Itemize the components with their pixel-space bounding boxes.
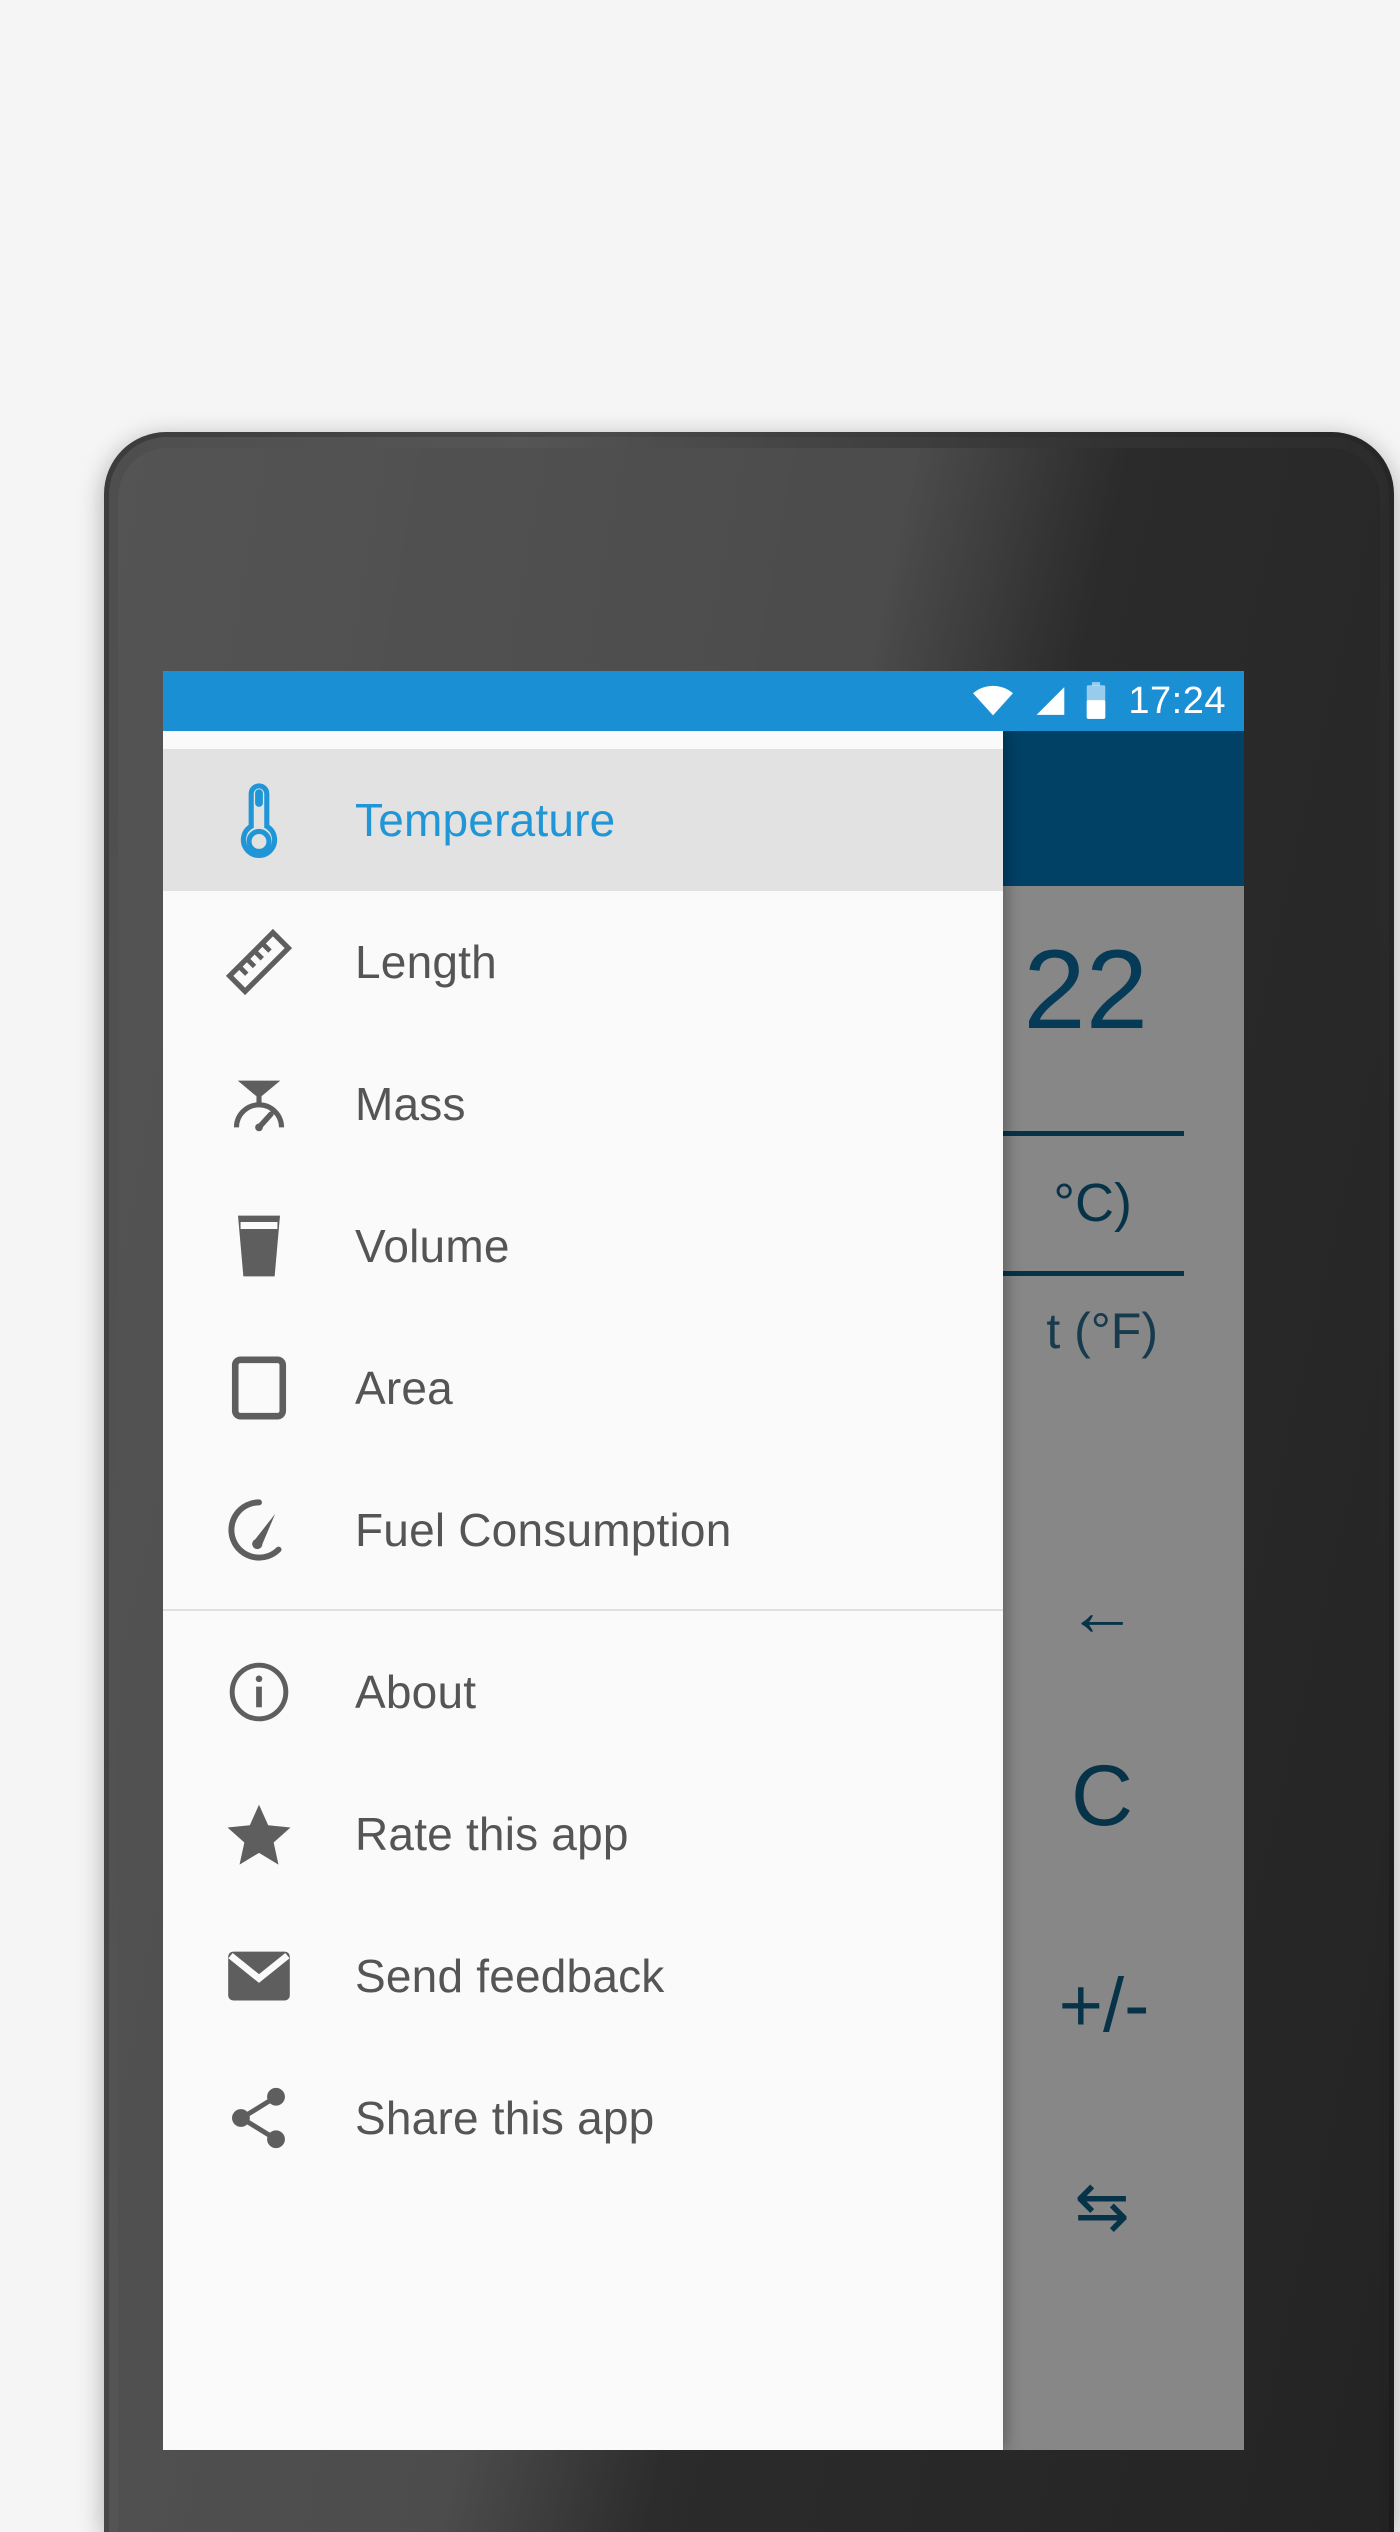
drawer-item-label: Temperature [355, 794, 616, 846]
thermometer-icon [213, 774, 305, 866]
share-icon [213, 2072, 305, 2164]
drawer-top-padding [163, 731, 1003, 749]
drawer-item-about[interactable]: About [163, 1621, 1003, 1763]
drawer-item-label: Rate this app [355, 1808, 629, 1860]
drawer-item-fuel-consumption[interactable]: Fuel Consumption [163, 1459, 1003, 1601]
gauge-icon [213, 1484, 305, 1576]
battery-icon [1084, 682, 1108, 720]
phone-screen: 22 °C) t (°F) ← C +/- ⇆ Temperature Leng… [163, 671, 1244, 2450]
drawer-item-label: Area [355, 1362, 453, 1414]
status-bar: 17:24 [163, 671, 1244, 731]
drawer-item-label: Volume [355, 1220, 510, 1272]
star-icon [213, 1788, 305, 1880]
drawer-item-label: Send feedback [355, 1950, 665, 2002]
square-icon [213, 1342, 305, 1434]
drawer-item-label: Fuel Consumption [355, 1504, 732, 1556]
wifi-icon [972, 685, 1014, 717]
navigation-drawer: Temperature Length Mass Volume Area Fuel… [163, 731, 1003, 2450]
drawer-item-label: About [355, 1666, 477, 1718]
glass-icon [213, 1200, 305, 1292]
drawer-item-label: Length [355, 936, 497, 988]
drawer-item-rate-this-app[interactable]: Rate this app [163, 1763, 1003, 1905]
drawer-item-share-this-app[interactable]: Share this app [163, 2047, 1003, 2189]
drawer-item-area[interactable]: Area [163, 1317, 1003, 1459]
drawer-item-label: Mass [355, 1078, 466, 1130]
scale-icon [213, 1058, 305, 1150]
envelope-icon [213, 1930, 305, 2022]
drawer-item-mass[interactable]: Mass [163, 1033, 1003, 1175]
drawer-item-send-feedback[interactable]: Send feedback [163, 1905, 1003, 2047]
drawer-item-volume[interactable]: Volume [163, 1175, 1003, 1317]
info-icon [213, 1646, 305, 1738]
status-bar-clock: 17:24 [1128, 680, 1226, 722]
cell-signal-icon [1031, 685, 1067, 717]
status-icons [972, 682, 1108, 720]
drawer-item-temperature[interactable]: Temperature [163, 749, 1003, 891]
drawer-item-label: Share this app [355, 2092, 655, 2144]
drawer-divider [163, 1609, 1003, 1611]
drawer-item-length[interactable]: Length [163, 891, 1003, 1033]
ruler-icon [213, 916, 305, 1008]
